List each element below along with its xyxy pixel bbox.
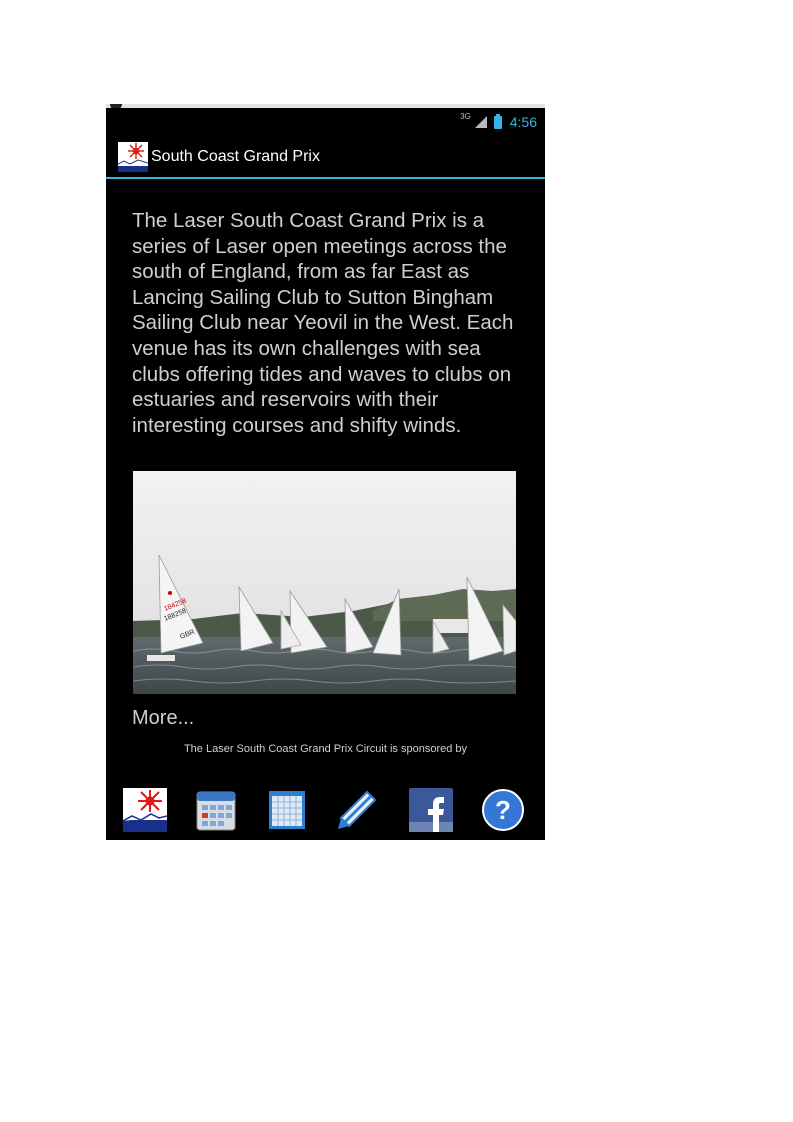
laser-logo-icon[interactable] <box>118 142 148 172</box>
signal-icon <box>474 116 487 128</box>
help-icon[interactable]: ? <box>481 788 525 832</box>
sponsor-text: The Laser South Coast Grand Prix Circuit… <box>183 743 468 755</box>
sailing-race-photo: 184258 188258 GBR <box>133 471 516 694</box>
facebook-icon[interactable] <box>409 788 453 832</box>
app-screen: 3G 4:56 South Coast Grand Prix The Laser… <box>106 104 545 840</box>
intro-text: The Laser South Coast Grand Prix is a se… <box>132 209 514 437</box>
network-type: 3G <box>460 111 471 121</box>
svg-text:?: ? <box>495 795 511 825</box>
pencil-icon[interactable] <box>335 788 379 832</box>
action-bar: South Coast Grand Prix <box>106 138 545 179</box>
battery-icon <box>493 113 502 129</box>
spreadsheet-icon[interactable] <box>265 788 309 832</box>
calendar-icon[interactable] <box>194 788 238 832</box>
status-bar: 3G 4:56 <box>106 108 545 138</box>
more-link[interactable]: More... <box>132 707 194 730</box>
app-title: South Coast Grand Prix <box>151 148 320 165</box>
clock: 4:56 <box>509 114 537 130</box>
laser-logo-icon[interactable] <box>123 788 167 832</box>
